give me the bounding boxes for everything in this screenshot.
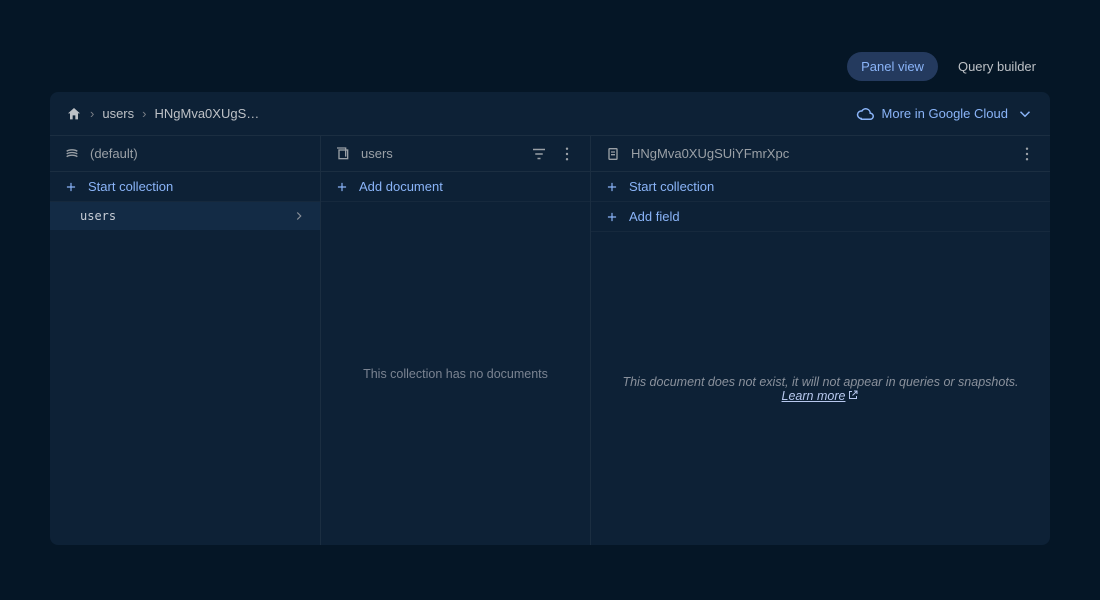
plus-icon [335,180,349,194]
panel-document-header: HNgMva0XUgSUiYFmrXpc [591,136,1050,172]
chevron-down-icon [1016,105,1034,123]
view-toggle: Panel view Query builder [847,52,1050,81]
cloud-icon [856,105,874,123]
panel-database-header: (default) [50,136,320,172]
add-field-label: Add field [629,209,680,224]
panel-document-title: HNgMva0XUgSUiYFmrXpc [631,146,789,161]
filter-icon[interactable] [530,145,548,163]
more-in-google-cloud-link[interactable]: More in Google Cloud [856,105,1034,123]
plus-icon [605,180,619,194]
home-icon[interactable] [66,106,82,122]
start-collection-label: Start collection [88,179,173,194]
collection-empty-message: This collection has no documents [363,367,548,381]
more-vert-icon[interactable] [1018,145,1036,163]
panel-collection: users Add document This collection has n… [320,136,590,545]
panel-database-title: (default) [90,146,138,161]
learn-more-link[interactable]: Learn more [782,389,860,403]
breadcrumb: › users › HNgMva0XUgS… [66,106,259,122]
chevron-right-icon: › [142,106,146,121]
panel-collection-title: users [361,146,393,161]
add-document-button[interactable]: Add document [321,172,590,202]
breadcrumb-doc-id[interactable]: HNgMva0XUgS… [154,106,259,121]
collection-item-users[interactable]: users [50,202,320,230]
panels: (default) Start collection users users [50,136,1050,545]
plus-icon [605,210,619,224]
panel-view-tab[interactable]: Panel view [847,52,938,81]
add-field-button[interactable]: Add field [591,202,1050,232]
start-collection-button[interactable]: Start collection [50,172,320,202]
document-icon [605,146,621,162]
collection-icon [335,146,351,162]
breadcrumb-bar: › users › HNgMva0XUgS… More in Google Cl… [50,92,1050,136]
query-builder-tab[interactable]: Query builder [944,52,1050,81]
collection-item-label: users [80,209,116,223]
more-vert-icon[interactable] [558,145,576,163]
chevron-right-icon: › [90,106,94,121]
data-card: › users › HNgMva0XUgS… More in Google Cl… [50,92,1050,545]
panel-collection-header: users [321,136,590,172]
panel-database: (default) Start collection users [50,136,320,545]
open-in-new-icon [847,389,859,401]
plus-icon [64,180,78,194]
more-in-google-cloud-label: More in Google Cloud [882,106,1008,121]
document-empty-message: This document does not exist, it will no… [611,375,1030,403]
doc-start-collection-label: Start collection [629,179,714,194]
doc-start-collection-button[interactable]: Start collection [591,172,1050,202]
document-empty-prefix: This document does not exist, it will no… [622,375,1018,389]
database-icon [64,146,80,162]
panel-document: HNgMva0XUgSUiYFmrXpc Start collection Ad… [590,136,1050,545]
breadcrumb-users[interactable]: users [102,106,134,121]
add-document-label: Add document [359,179,443,194]
chevron-right-icon [292,209,306,223]
